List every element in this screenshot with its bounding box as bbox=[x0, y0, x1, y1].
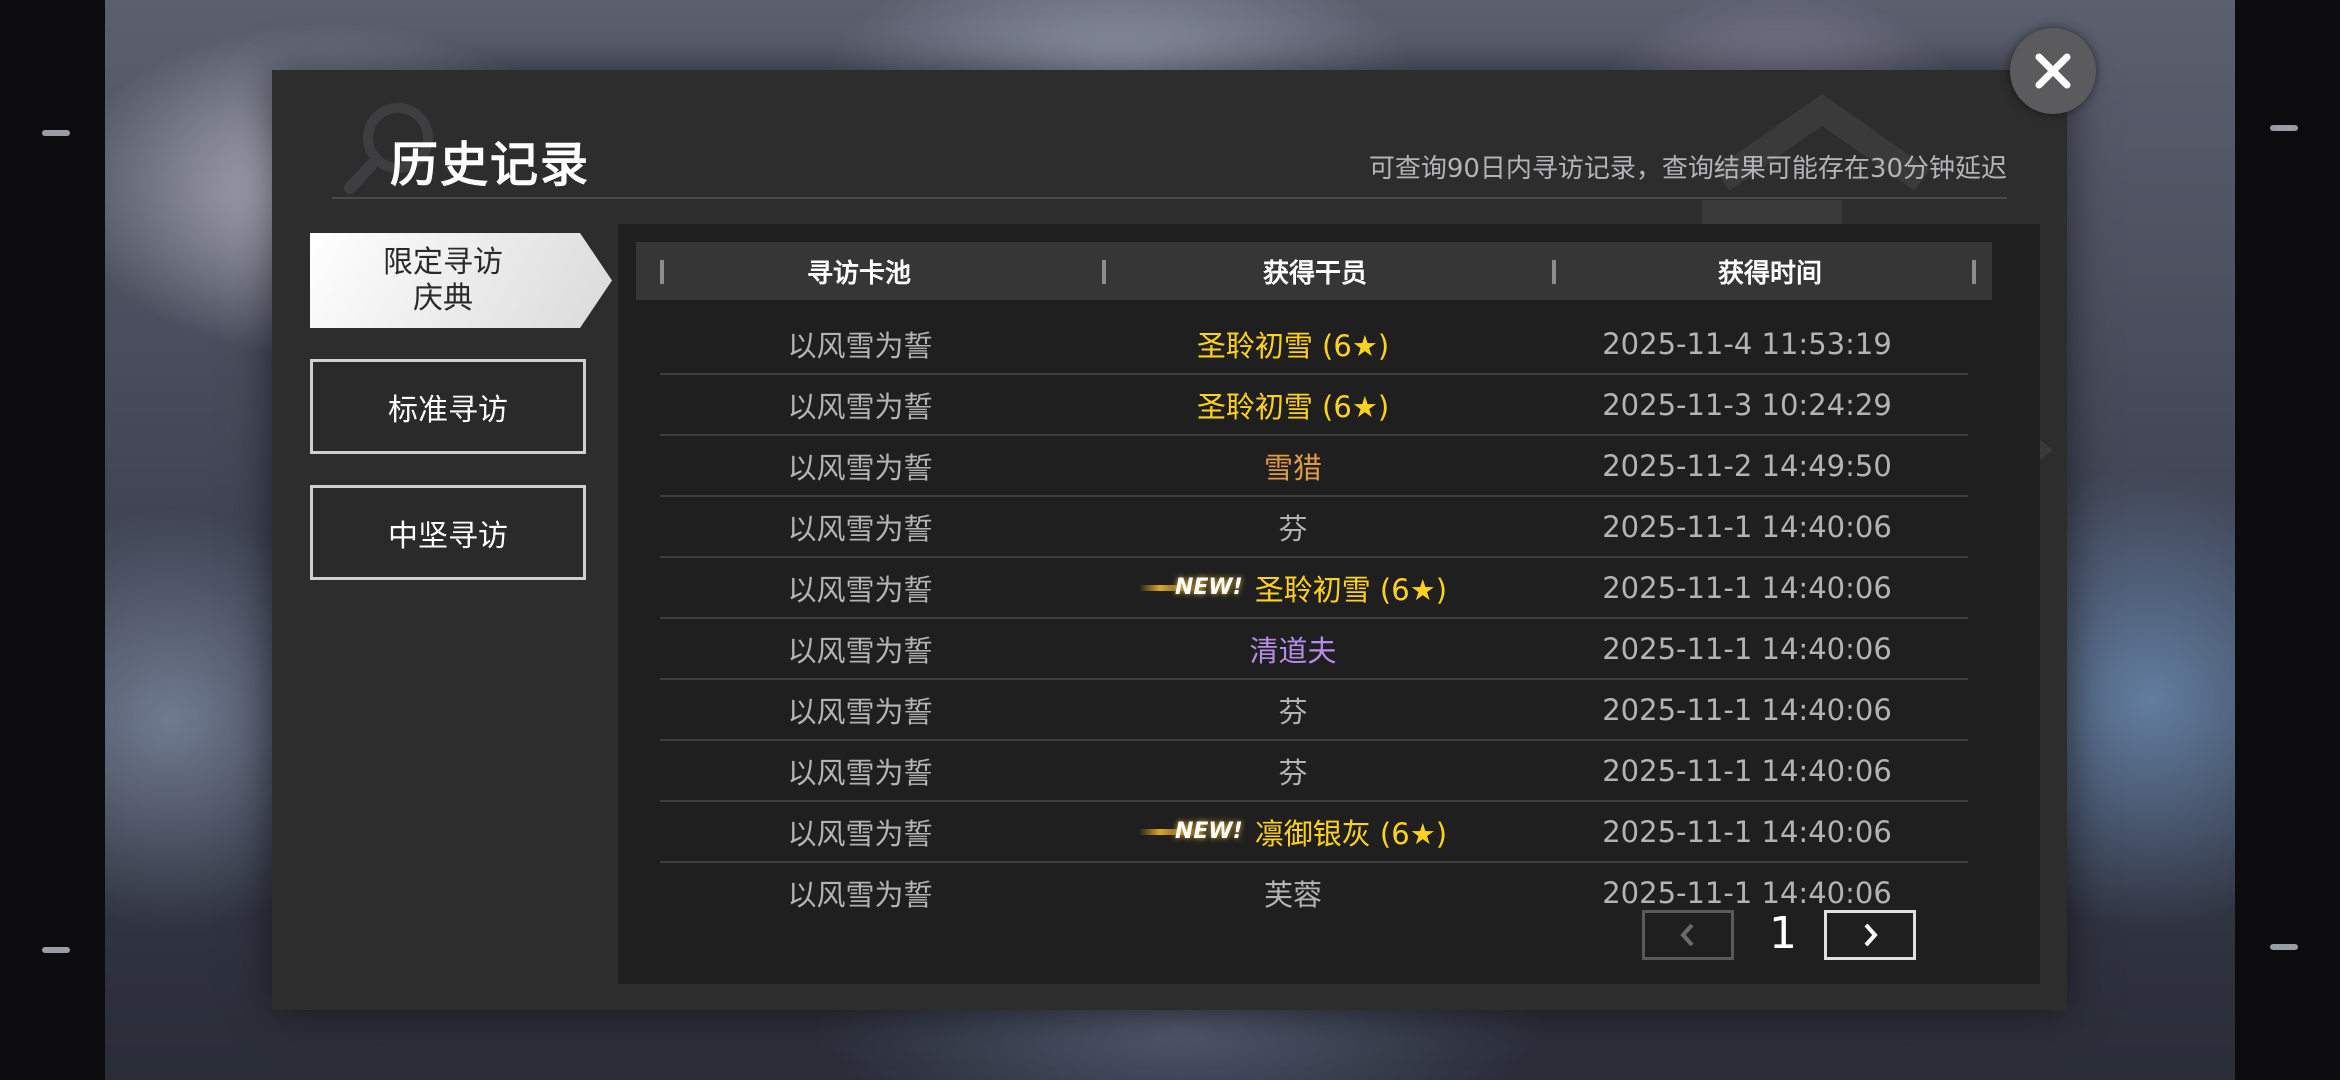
operator-cell: NEW! 圣聆初雪 (6★) bbox=[1060, 567, 1526, 609]
divider bbox=[332, 197, 2007, 199]
operator-name: 圣聆初雪 (6★) bbox=[1196, 328, 1390, 363]
pool-cell: 以风雪为誓 bbox=[787, 572, 933, 607]
page-title: 历史记录 bbox=[390, 137, 591, 193]
time-cell: 2025-11-4 11:53:19 bbox=[1602, 326, 1892, 361]
chevron-left-icon bbox=[1680, 923, 1694, 947]
table-row: 以风雪为誓 清道夫 2025-11-1 14:40:06 bbox=[660, 619, 1968, 680]
close-icon bbox=[2035, 53, 2071, 89]
time-cell: 2025-11-1 14:40:06 bbox=[1602, 570, 1892, 605]
operator-name: 芬 bbox=[1278, 694, 1308, 729]
page-number: 1 bbox=[1769, 908, 1797, 959]
tab-label: 中坚寻访 bbox=[388, 518, 508, 554]
prev-page-button[interactable] bbox=[1642, 910, 1734, 960]
next-page-button[interactable] bbox=[1824, 910, 1916, 960]
tab-label-line1: 限定寻访 bbox=[383, 244, 503, 280]
tab-limited-celebration[interactable]: 限定寻访 庆典 bbox=[310, 233, 612, 328]
operator-name: 清道夫 bbox=[1249, 633, 1337, 668]
right-bezel bbox=[2235, 0, 2340, 1080]
time-cell: 2025-11-1 14:40:06 bbox=[1602, 692, 1892, 727]
column-header-pool: 寻访卡池 bbox=[806, 258, 911, 289]
chevron-right-icon bbox=[1864, 923, 1878, 947]
table-header: 寻访卡池 获得干员 获得时间 bbox=[636, 242, 1992, 300]
operator-name: 凛御银灰 (6★) bbox=[1254, 816, 1448, 851]
operator-name: 芙蓉 bbox=[1263, 877, 1322, 912]
operator-name: 圣聆初雪 (6★) bbox=[1254, 572, 1448, 607]
bezel-mark bbox=[42, 130, 70, 136]
time-cell: 2025-11-1 14:40:06 bbox=[1602, 509, 1892, 544]
time-cell: 2025-11-3 10:24:29 bbox=[1602, 387, 1892, 422]
new-badge: NEW! bbox=[1138, 573, 1247, 602]
table-row: 以风雪为誓 NEW! 圣聆初雪 (6★) 2025-11-1 14:40:06 bbox=[660, 558, 1968, 619]
operator-cell: NEW! 凛御银灰 (6★) bbox=[1060, 811, 1526, 853]
pool-cell: 以风雪为誓 bbox=[787, 694, 933, 729]
table-row: 以风雪为誓 圣聆初雪 (6★) 2025-11-4 11:53:19 bbox=[660, 314, 1968, 375]
table-row: 以风雪为誓 NEW! 凛御银灰 (6★) 2025-11-1 14:40:06 bbox=[660, 802, 1968, 863]
records-panel: 寻访卡池 获得干员 获得时间 以风雪为誓 圣聆初雪 (6★) 2025-11-4 1… bbox=[618, 224, 2040, 984]
tab-label: 标准寻访 bbox=[388, 392, 508, 428]
table-row: 以风雪为誓 圣聆初雪 (6★) 2025-11-3 10:24:29 bbox=[660, 375, 1968, 436]
close-button[interactable] bbox=[2010, 28, 2096, 114]
time-cell: 2025-11-1 14:40:06 bbox=[1602, 631, 1892, 666]
pool-cell: 以风雪为誓 bbox=[787, 755, 933, 790]
left-bezel bbox=[0, 0, 105, 1080]
operator-cell: 雪猎 bbox=[1060, 445, 1526, 487]
column-header-operator: 获得干员 bbox=[1262, 258, 1367, 289]
operator-cell: 芬 bbox=[1060, 506, 1526, 548]
table-row: 以风雪为誓 芬 2025-11-1 14:40:06 bbox=[660, 497, 1968, 558]
bezel-mark bbox=[2270, 125, 2298, 131]
time-cell: 2025-11-1 14:40:06 bbox=[1602, 814, 1892, 849]
operator-cell: 圣聆初雪 (6★) bbox=[1060, 384, 1526, 426]
pool-cell: 以风雪为誓 bbox=[787, 450, 933, 485]
operator-cell: 芬 bbox=[1060, 689, 1526, 731]
operator-name: 圣聆初雪 (6★) bbox=[1196, 389, 1390, 424]
tab-label-line2: 庆典 bbox=[413, 280, 473, 316]
bezel-mark bbox=[42, 947, 70, 953]
time-cell: 2025-11-1 14:40:06 bbox=[1602, 875, 1892, 910]
pool-cell: 以风雪为誓 bbox=[787, 816, 933, 851]
operator-cell: 圣聆初雪 (6★) bbox=[1060, 323, 1526, 365]
operator-cell: 清道夫 bbox=[1060, 628, 1526, 670]
tab-core[interactable]: 中坚寻访 bbox=[310, 485, 586, 580]
column-header-time: 获得时间 bbox=[1717, 258, 1822, 289]
history-dialog: 历史记录 可查询90日内寻访记录，查询结果可能存在30分钟延迟 限定寻访 庆典 … bbox=[272, 70, 2067, 1010]
query-hint: 可查询90日内寻访记录，查询结果可能存在30分钟延迟 bbox=[1368, 154, 2007, 184]
time-cell: 2025-11-2 14:49:50 bbox=[1602, 448, 1892, 483]
operator-name: 芬 bbox=[1278, 511, 1308, 546]
operator-name: 芬 bbox=[1278, 755, 1308, 790]
operator-cell: 芙蓉 bbox=[1060, 872, 1526, 914]
pool-cell: 以风雪为誓 bbox=[787, 511, 933, 546]
records-list: 以风雪为誓 圣聆初雪 (6★) 2025-11-4 11:53:19 以风雪为誓 圣聆初… bbox=[660, 314, 1968, 922]
pool-cell: 以风雪为誓 bbox=[787, 633, 933, 668]
bezel-mark bbox=[2270, 944, 2298, 950]
table-row: 以风雪为誓 雪猎 2025-11-2 14:49:50 bbox=[660, 436, 1968, 497]
table-row: 以风雪为誓 芬 2025-11-1 14:40:06 bbox=[660, 680, 1968, 741]
game-screen: 历史记录 可查询90日内寻访记录，查询结果可能存在30分钟延迟 限定寻访 庆典 … bbox=[0, 0, 2340, 1080]
time-cell: 2025-11-1 14:40:06 bbox=[1602, 753, 1892, 788]
operator-name: 雪猎 bbox=[1263, 450, 1322, 485]
pool-cell: 以风雪为誓 bbox=[787, 328, 933, 363]
new-badge: NEW! bbox=[1138, 817, 1247, 846]
pool-cell: 以风雪为誓 bbox=[787, 877, 933, 912]
pool-cell: 以风雪为誓 bbox=[787, 389, 933, 424]
operator-cell: 芬 bbox=[1060, 750, 1526, 792]
table-row: 以风雪为誓 芬 2025-11-1 14:40:06 bbox=[660, 741, 1968, 802]
tab-standard[interactable]: 标准寻访 bbox=[310, 359, 586, 454]
